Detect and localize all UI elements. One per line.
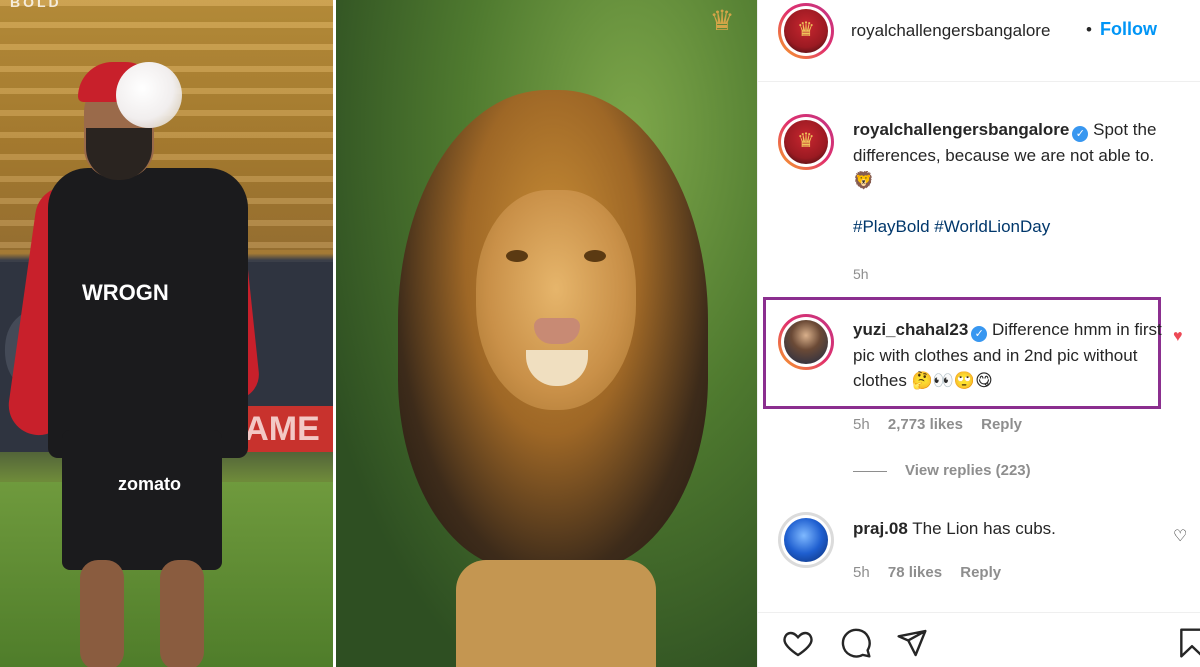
comment-reply-button[interactable]: Reply [960,564,1001,581]
caption-username[interactable]: royalchallengersbangalore [853,120,1069,139]
verified-badge-icon: ✓ [971,326,988,342]
comment-like-heart-icon[interactable]: ♡ [1173,526,1187,546]
comment-reply-button[interactable]: Reply [981,416,1022,433]
player-jersey [48,168,248,458]
jersey-sponsor: WROGN [82,280,169,305]
comment-meta: 5h 78 likes Reply [853,564,1015,581]
comment-likes-count[interactable]: 78 likes [888,564,942,581]
comment-icon[interactable] [840,627,872,659]
post-action-bar [758,612,1200,667]
comment-text: The Lion has cubs. [912,519,1056,538]
player-left-leg [80,560,124,667]
header-separator: • [1086,20,1092,39]
player-right-leg [160,560,204,667]
heart-icon[interactable] [782,627,814,659]
bookmark-icon[interactable] [1176,627,1200,659]
comment-timestamp[interactable]: 5h [853,416,870,433]
comment-username[interactable]: yuzi_chahal23 [853,320,968,339]
commenter-avatar[interactable] [778,314,834,370]
post-sidebar: ♛ royalchallengersbangalore • Follow ♛ r… [757,0,1200,667]
replies-line [853,470,887,472]
comment-timestamp[interactable]: 5h [853,564,870,581]
caption-text-block: royalchallengersbangalore ✓ Spot the diff… [853,117,1173,194]
player-shorts [62,430,222,570]
image-brand-text: BOLD [10,0,62,10]
caption-timestamp[interactable]: 5h [853,266,869,282]
follow-button[interactable]: Follow [1100,19,1157,40]
caption-author-avatar[interactable]: ♛ [778,114,834,170]
hashtag-playbold[interactable]: #PlayBold [853,217,930,236]
share-icon[interactable] [896,627,928,659]
comment-like-heart-icon[interactable]: ♥ [1173,328,1183,346]
view-replies-button[interactable]: View replies (223) [853,462,1031,479]
image-panel-lion: ♛ [336,0,757,667]
comment-text-block: yuzi_chahal23 ✓ Difference hmm in first p… [853,317,1173,394]
comment-text-block: praj.08 The Lion has cubs. [853,516,1173,542]
rcb-crest-logo: ♛ [709,5,735,36]
comment-meta: 5h 2,773 likes Reply [853,416,1036,433]
author-avatar[interactable]: ♛ [778,3,834,59]
hashtag-list: #PlayBold #WorldLionDay [853,217,1050,237]
author-username[interactable]: royalchallengersbangalore [851,21,1081,41]
image-panel-player: BOLD ON REAME WROGN zomato [0,0,333,667]
lion-left-eye [506,250,528,262]
post-image[interactable]: BOLD ON REAME WROGN zomato ♛ [0,0,757,667]
commenter-avatar[interactable] [778,512,834,568]
verified-badge-icon: ✓ [1072,126,1089,142]
shorts-sponsor: zomato [118,474,181,494]
comment-username[interactable]: praj.08 [853,519,908,538]
lion-right-eye [584,250,606,262]
view-replies-label: View replies (223) [905,462,1031,479]
comment-likes-count[interactable]: 2,773 likes [888,416,963,433]
cricket-ball [116,62,182,128]
lion-legs [456,560,656,667]
hashtag-worldlionday[interactable]: #WorldLionDay [934,217,1050,236]
lion-nose [534,318,580,344]
post-header: ♛ royalchallengersbangalore • Follow [758,0,1200,82]
